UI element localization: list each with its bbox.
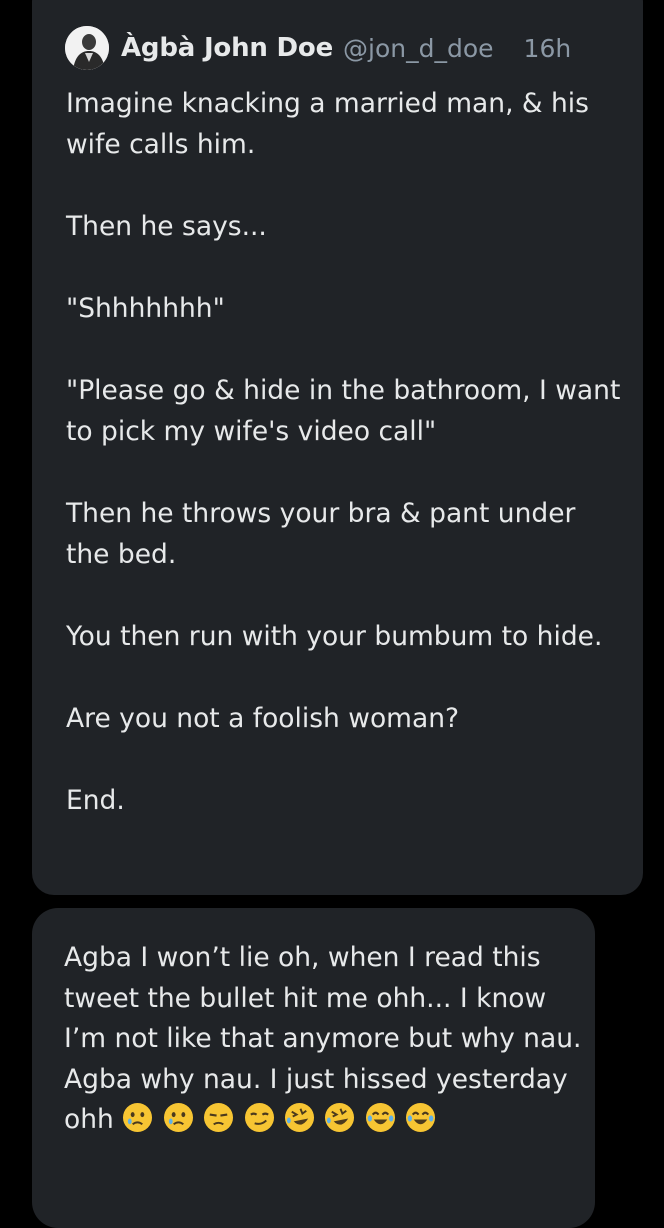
emoji-row xyxy=(122,1102,437,1135)
tears-of-joy-emoji xyxy=(365,1102,395,1133)
avatar[interactable] xyxy=(65,26,109,70)
tweet-paragraph: Are you not a foolish woman? xyxy=(66,703,460,734)
tweet-text: Imagine knacking a married man, & his wi… xyxy=(66,83,626,821)
rolling-on-floor-laughing-emoji xyxy=(284,1102,315,1133)
unamused-face-emoji xyxy=(204,1102,234,1133)
user-handle[interactable]: @jon_d_doe xyxy=(343,34,494,63)
tweet-paragraph: You then run with your bumbum to hide. xyxy=(66,621,603,652)
tweet-paragraph: "Please go & hide in the bathroom, I wan… xyxy=(66,375,621,447)
tweet-header: Àgbà John Doe @jon_d_doe 16h xyxy=(65,25,571,71)
display-name[interactable]: Àgbà John Doe xyxy=(121,33,333,63)
reply-message-bubble[interactable]: Agba I won’t lie oh, when I read this tw… xyxy=(32,908,595,1228)
tweet-paragraph: Then he says... xyxy=(66,211,267,242)
rolling-on-floor-laughing-emoji xyxy=(325,1102,355,1133)
tweet-paragraph: End. xyxy=(66,785,125,816)
tweet-paragraph: Imagine knacking a married man, & his wi… xyxy=(66,88,589,160)
smirking-face-emoji xyxy=(244,1102,274,1133)
crying-face-emoji xyxy=(123,1102,153,1133)
tweet-paragraph: Then he throws your bra & pant under the… xyxy=(66,498,576,570)
tweet-timestamp[interactable]: 16h xyxy=(524,34,572,63)
crying-face-emoji xyxy=(163,1102,193,1133)
reply-message: Agba I won’t lie oh, when I read this tw… xyxy=(64,938,584,1141)
tweet-card[interactable]: Àgbà John Doe @jon_d_doe 16h Imagine kna… xyxy=(32,0,643,895)
avatar-image xyxy=(65,26,109,70)
tears-of-joy-emoji xyxy=(406,1102,436,1133)
tweet-paragraph: "Shhhhhhh" xyxy=(66,293,225,324)
